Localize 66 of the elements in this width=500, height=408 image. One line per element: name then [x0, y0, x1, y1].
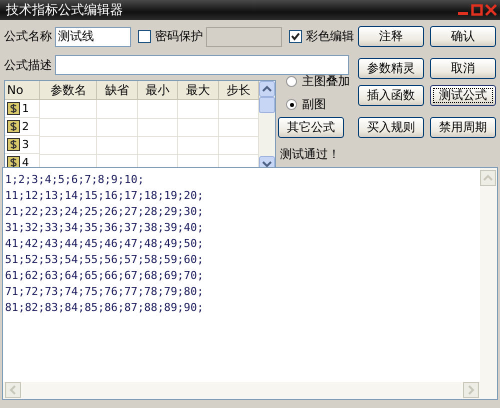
code-line: 41;42;43;44;45;46;47;48;49;50; — [5, 236, 205, 252]
checkbox[interactable] — [289, 30, 302, 43]
dollar-icon — [7, 102, 20, 115]
code-line: 1;2;3;4;5;6;7;8;9;10; — [5, 172, 146, 188]
table-cell — [96, 100, 138, 118]
radio-label: 主图叠加 — [302, 73, 350, 90]
code-line: 11;12;13;14;15;16;17;18;19;20; — [5, 188, 205, 204]
column-header: 最小 — [137, 81, 178, 100]
scroll-left-icon[interactable] — [5, 382, 21, 398]
code-line: 61;62;63;64;65;66;67;68;69;70; — [5, 268, 205, 284]
dollar-icon — [7, 138, 20, 151]
radio-button[interactable] — [286, 99, 297, 110]
column-header: 参数名 — [40, 81, 97, 100]
field-label: 公式名称 — [4, 28, 52, 45]
code-line: 51;52;53;54;55;56;57;58;59;60; — [5, 252, 205, 268]
table-cell — [178, 100, 218, 118]
column-header: 缺省 — [96, 81, 138, 100]
table-cell — [137, 136, 178, 154]
column-header: No — [5, 81, 40, 100]
button[interactable]: 注释 — [358, 26, 424, 47]
name-field[interactable]: 测试线 — [55, 26, 131, 46]
maximize-icon[interactable] — [471, 4, 483, 16]
dollar-icon — [7, 156, 20, 169]
table-cell — [96, 118, 138, 136]
radio-button[interactable] — [286, 76, 297, 87]
button[interactable]: 禁用周期 — [430, 116, 496, 138]
code-line: 71;72;73;74;75;76;77;78;79;80; — [5, 284, 205, 300]
button[interactable]: 买入规则 — [358, 116, 424, 138]
field-label: 公式描述 — [4, 56, 52, 74]
row-number: 1 — [22, 102, 29, 115]
button[interactable]: 参数精灵 — [358, 58, 424, 78]
row-number: 3 — [22, 138, 29, 151]
button[interactable]: 其它公式 — [278, 116, 344, 138]
horizontal-scrollbar[interactable] — [3, 382, 497, 399]
check-icon — [291, 32, 300, 41]
scroll-up-icon[interactable] — [480, 170, 496, 186]
close-icon[interactable] — [485, 4, 497, 16]
code-line: 21;22;23;24;25;26;27;28;29;30; — [5, 204, 205, 220]
table-cell — [178, 136, 218, 154]
scroll-thumb[interactable] — [259, 97, 275, 113]
button[interactable]: 插入函数 — [358, 84, 424, 106]
checkbox[interactable] — [138, 30, 151, 43]
window-title: 技术指标公式编辑器 — [6, 2, 123, 19]
column-header: 步长 — [218, 81, 258, 100]
button[interactable]: 取消 — [430, 58, 496, 78]
code-editor[interactable] — [2, 167, 498, 400]
table-cell — [96, 136, 138, 154]
table-cell — [137, 100, 178, 118]
table-cell — [178, 118, 218, 136]
column-header: 最大 — [178, 81, 218, 100]
scroll-right-icon[interactable] — [463, 382, 479, 398]
dollar-icon — [7, 120, 20, 133]
description-field[interactable] — [55, 55, 349, 75]
code-line: 31;32;33;34;35;36;37;38;39;40; — [5, 220, 205, 236]
scroll-up-icon — [259, 81, 275, 97]
checkbox-label: 彩色编辑 — [306, 28, 354, 45]
status-text: 测试通过！ — [279, 146, 341, 162]
row-number: 2 — [22, 120, 29, 133]
table-cell — [137, 118, 178, 136]
button[interactable]: 测试公式 — [430, 84, 496, 106]
code-line: 81;82;83;84;85;86;87;88;89;90; — [5, 300, 205, 316]
radio-label: 副图 — [302, 96, 326, 113]
vertical-scrollbar[interactable] — [480, 168, 497, 382]
row-number: 4 — [22, 156, 29, 169]
button[interactable]: 确认 — [430, 26, 496, 47]
checkbox-label: 密码保护 — [155, 28, 203, 45]
